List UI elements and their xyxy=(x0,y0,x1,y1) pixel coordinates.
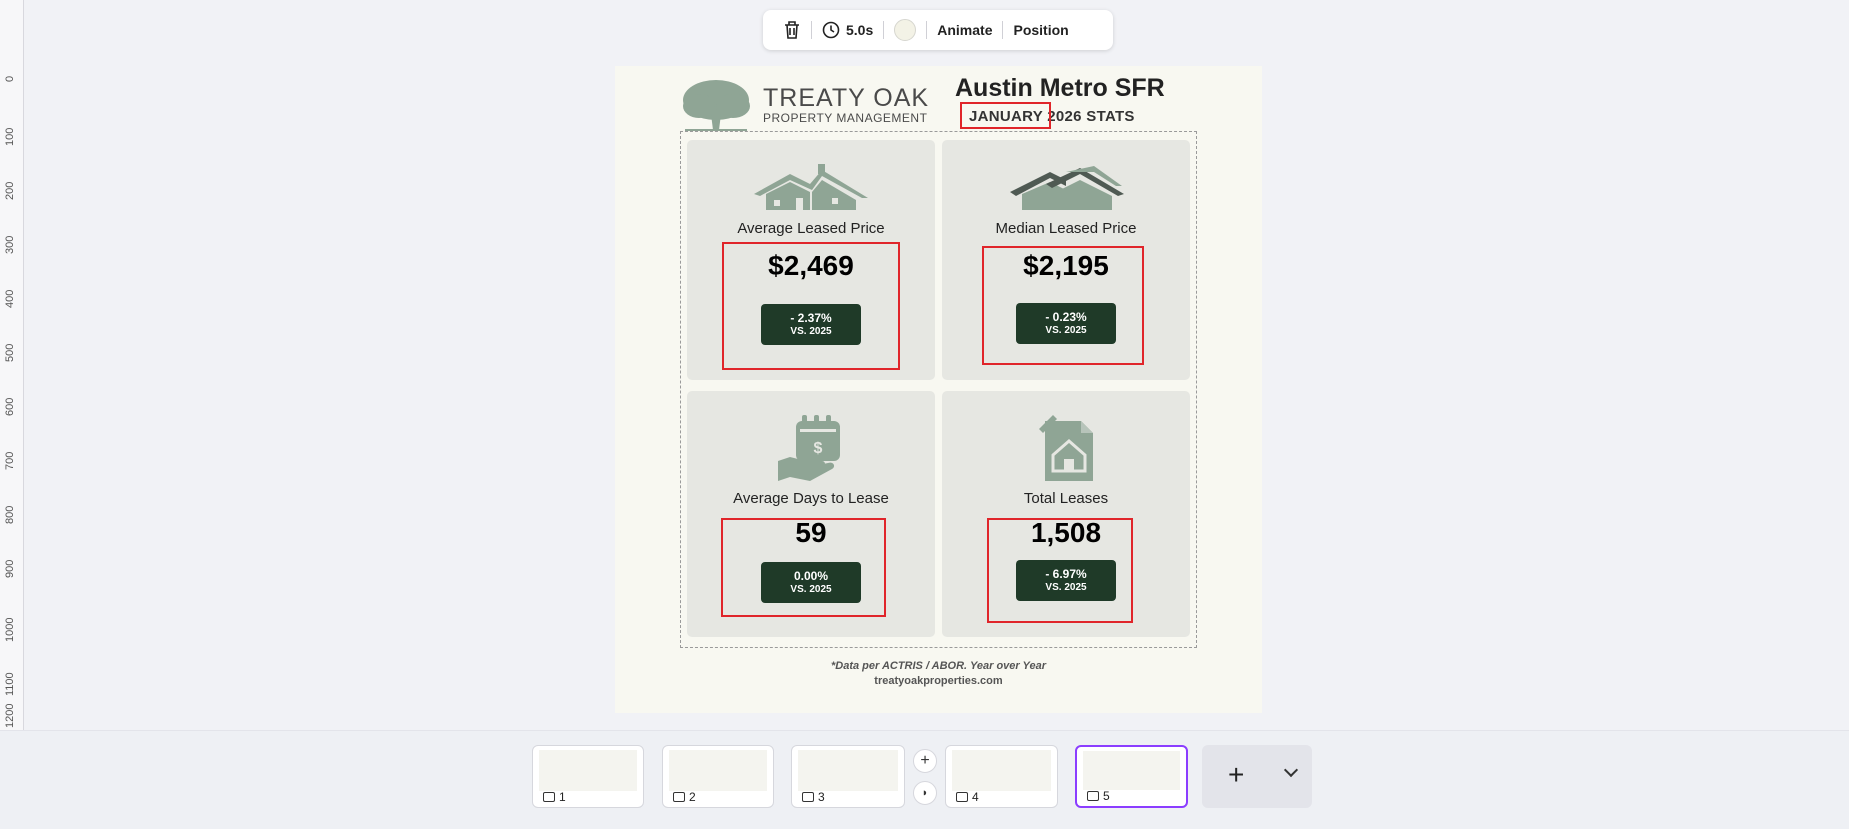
page-thumbnail-1[interactable]: 1 xyxy=(532,745,644,808)
animation-icon xyxy=(956,792,968,802)
clock-icon xyxy=(822,21,840,39)
page-title[interactable]: Austin Metro SFR xyxy=(955,74,1165,103)
chevron-down-icon[interactable] xyxy=(1283,762,1299,778)
stat-label: Median Leased Price xyxy=(995,220,1137,237)
duration-button[interactable]: 5.0s xyxy=(812,10,883,50)
page-number: 1 xyxy=(559,790,566,804)
page-number: 2 xyxy=(689,790,696,804)
duration-label: 5.0s xyxy=(846,22,874,38)
page-thumbnail-strip xyxy=(0,730,1849,829)
thumbnail-preview xyxy=(798,750,898,791)
stat-label: Total Leases xyxy=(1023,490,1109,507)
audio-icon[interactable]: ◗ xyxy=(913,781,937,805)
color-swatch xyxy=(894,19,917,41)
animation-icon xyxy=(1087,791,1099,801)
page-thumbnail-4[interactable]: 4 xyxy=(945,745,1058,808)
ruler-tick: 500 xyxy=(4,343,16,362)
highlight-box[interactable] xyxy=(721,518,886,617)
thumbnail-preview xyxy=(1083,751,1180,790)
logo-name: TREATY OAK xyxy=(763,84,930,112)
stat-label: Average Days to Lease xyxy=(733,490,889,507)
stat-label: Average Leased Price xyxy=(737,220,885,237)
page-number: 3 xyxy=(818,790,825,804)
thumbnail-preview xyxy=(539,750,637,791)
ruler-tick: 200 xyxy=(4,181,16,200)
animate-label: Animate xyxy=(937,22,993,38)
ruler-tick: 1200 xyxy=(4,703,16,728)
company-logo[interactable]: TREATY OAK PROPERTY MANAGEMENT xyxy=(681,78,929,132)
add-between-button[interactable]: + xyxy=(913,749,937,773)
thumbnail-preview xyxy=(669,750,767,791)
delete-button[interactable] xyxy=(773,10,811,50)
ruler-tick: 1100 xyxy=(4,672,16,696)
page-number: 5 xyxy=(1103,789,1110,803)
page-thumbnail-5[interactable]: 5 xyxy=(1075,745,1188,808)
present-icon xyxy=(543,792,555,802)
ruler-tick: 900 xyxy=(4,559,16,578)
ruler-tick: 300 xyxy=(4,235,16,254)
plus-icon: + xyxy=(1228,759,1245,790)
ruler-tick: 600 xyxy=(4,397,16,416)
background-color-button[interactable] xyxy=(884,10,926,50)
highlight-box[interactable] xyxy=(982,246,1144,365)
houses-icon xyxy=(1010,166,1124,210)
highlight-box[interactable] xyxy=(987,518,1133,623)
ruler-tick: 700 xyxy=(4,451,16,470)
ruler-tick: 1000 xyxy=(4,617,16,642)
oak-tree-icon xyxy=(683,80,750,131)
trash-icon xyxy=(785,21,799,39)
animate-button[interactable]: Animate xyxy=(927,10,1002,50)
page-number: 4 xyxy=(972,790,979,804)
calendar-money-icon: $ xyxy=(778,415,840,481)
add-page-button[interactable]: + xyxy=(1202,745,1312,808)
present-icon xyxy=(673,792,685,802)
document-house-icon xyxy=(1039,415,1093,481)
footer-note[interactable]: *Data per ACTRIS / ABOR. Year over Year xyxy=(615,660,1262,672)
thumbnail-preview xyxy=(952,750,1051,791)
position-label: Position xyxy=(1013,22,1069,38)
house-icon xyxy=(754,164,868,210)
footer-url[interactable]: treatyoakproperties.com xyxy=(615,675,1262,687)
logo-tagline: PROPERTY MANAGEMENT xyxy=(763,111,928,125)
ruler-tick: 400 xyxy=(4,289,16,308)
ruler-tick: 100 xyxy=(4,127,16,146)
video-icon xyxy=(802,792,814,802)
design-page[interactable]: TREATY OAK PROPERTY MANAGEMENT Austin Me… xyxy=(615,66,1262,713)
page-thumbnail-2[interactable]: 2 xyxy=(662,745,774,808)
vertical-ruler: 0 100 200 300 400 500 600 700 800 900 10… xyxy=(0,0,24,730)
svg-text:$: $ xyxy=(814,440,823,457)
ruler-tick: 0 xyxy=(4,75,16,82)
page-thumbnail-3[interactable]: 3 xyxy=(791,745,905,808)
highlight-box-month[interactable] xyxy=(960,102,1051,129)
element-toolbar: 5.0s Animate Position xyxy=(763,10,1113,50)
highlight-box[interactable] xyxy=(722,242,900,370)
position-button[interactable]: Position xyxy=(1003,10,1078,50)
ruler-tick: 800 xyxy=(4,505,16,524)
